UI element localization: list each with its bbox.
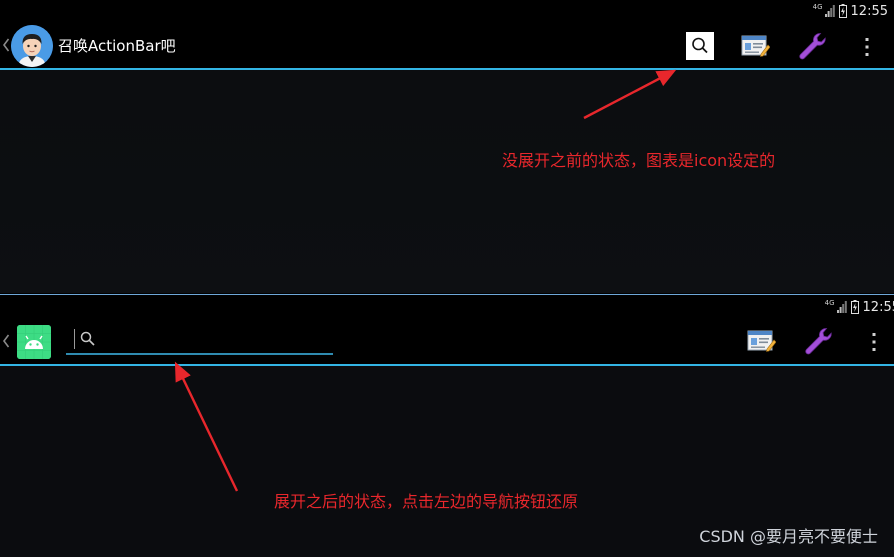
settings-button[interactable] bbox=[796, 30, 826, 60]
screenshot-root: 4G 12:55 召唤ActionBar吧 没展开之前的状态，图表是icon设定… bbox=[0, 0, 894, 557]
collapsed-state-screen: 4G 12:55 召唤ActionBar吧 没展开之前的状态，图表是icon设定… bbox=[0, 0, 894, 293]
action-bar: 召唤ActionBar吧 bbox=[0, 22, 894, 70]
contact-card-icon bbox=[741, 35, 771, 57]
expanded-state-annotation: 展开之后的状态，点击左边的导航按钮还原 bbox=[274, 492, 579, 511]
action-bar bbox=[0, 319, 894, 366]
contact-card-button[interactable] bbox=[740, 31, 771, 61]
signal-icon bbox=[824, 5, 835, 17]
expanded-state-screen: 4G 12:55 bbox=[0, 294, 894, 557]
wrench-icon bbox=[805, 328, 832, 355]
battery-icon bbox=[850, 300, 859, 314]
avatar-image bbox=[11, 25, 53, 67]
chevron-left-icon[interactable] bbox=[2, 333, 10, 349]
overflow-menu-icon[interactable] bbox=[871, 332, 877, 352]
search-icon bbox=[80, 331, 95, 346]
signal-icon bbox=[836, 301, 847, 313]
search-icon bbox=[692, 37, 708, 54]
battery-icon bbox=[838, 4, 847, 18]
collapsed-state-annotation: 没展开之前的状态，图表是icon设定的 bbox=[502, 151, 776, 170]
contact-card-button[interactable] bbox=[746, 326, 777, 356]
search-action-button[interactable] bbox=[686, 32, 714, 60]
status-bar: 4G 12:55 bbox=[0, 0, 894, 22]
status-indicators: 4G 12:55 bbox=[813, 2, 888, 20]
status-bar: 4G 12:55 bbox=[0, 295, 894, 319]
action-bar-title: 召唤ActionBar吧 bbox=[58, 37, 176, 55]
network-type-label: 4G bbox=[824, 299, 835, 307]
settings-button[interactable] bbox=[802, 325, 832, 355]
contact-card-icon bbox=[747, 330, 777, 352]
chevron-left-icon[interactable] bbox=[2, 37, 10, 53]
text-cursor bbox=[74, 329, 75, 349]
android-icon bbox=[17, 325, 51, 359]
status-time: 12:55 bbox=[850, 3, 888, 19]
status-indicators: 4G 12:55 bbox=[825, 298, 894, 316]
search-view[interactable] bbox=[66, 327, 333, 355]
search-input[interactable] bbox=[100, 329, 320, 349]
status-time: 12:55 bbox=[862, 299, 894, 315]
watermark: CSDN @要月亮不要便士 bbox=[699, 527, 878, 546]
avatar[interactable] bbox=[11, 25, 53, 67]
overflow-menu-icon[interactable] bbox=[864, 37, 870, 57]
home-navigation-button[interactable] bbox=[17, 325, 51, 359]
wrench-icon bbox=[799, 33, 826, 60]
network-type-label: 4G bbox=[812, 3, 823, 11]
